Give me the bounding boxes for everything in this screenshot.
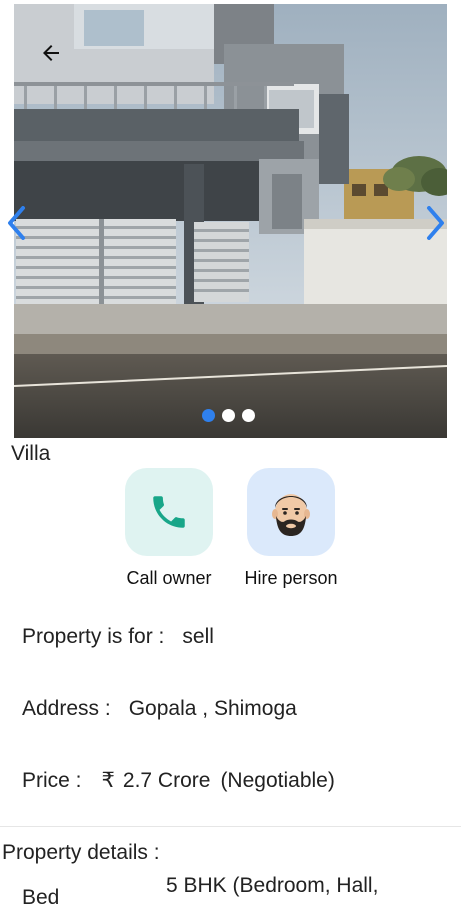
property-photo-carousel[interactable] bbox=[14, 4, 447, 438]
pagination-dot-1[interactable] bbox=[202, 409, 215, 422]
hire-person-label: Hire person bbox=[244, 568, 338, 588]
back-button[interactable] bbox=[34, 36, 68, 70]
price-note: (Negotiable) bbox=[220, 769, 335, 792]
purpose-value: sell bbox=[182, 625, 214, 648]
chevron-left-icon bbox=[8, 206, 25, 240]
price-row: Price : ₹2.7 Crore (Negotiable) bbox=[22, 768, 335, 793]
property-type-label: Villa bbox=[11, 442, 51, 465]
arrow-back-icon bbox=[43, 45, 59, 61]
address-label: Address : bbox=[22, 697, 111, 720]
hire-person-button[interactable]: Hire person bbox=[221, 468, 361, 589]
purpose-row: Property is for : sell bbox=[22, 625, 214, 649]
person-avatar-icon bbox=[272, 494, 310, 536]
price-label: Price : bbox=[22, 769, 82, 792]
pagination-dot-3[interactable] bbox=[242, 409, 255, 422]
property-details-heading: Property details : bbox=[2, 841, 160, 864]
address-value: Gopala , Shimoga bbox=[128, 697, 297, 720]
purpose-label: Property is for : bbox=[22, 625, 165, 648]
property-photo bbox=[14, 4, 447, 438]
address-row: Address : Gopala , Shimoga bbox=[22, 697, 297, 721]
chevron-right-icon bbox=[427, 206, 444, 240]
detail-value-bed: 5 BHK (Bedroom, Hall, bbox=[166, 874, 379, 897]
section-divider bbox=[0, 826, 461, 827]
hire-person-tile[interactable] bbox=[247, 468, 335, 556]
phone-icon bbox=[153, 496, 185, 528]
currency-symbol: ₹ bbox=[101, 769, 115, 792]
call-owner-button[interactable]: Call owner bbox=[99, 468, 239, 589]
call-owner-tile[interactable] bbox=[125, 468, 213, 556]
pagination-dot-2[interactable] bbox=[222, 409, 235, 422]
carousel-pagination bbox=[202, 409, 255, 422]
price-value: 2.7 Crore bbox=[122, 769, 211, 792]
next-photo-button[interactable] bbox=[422, 203, 448, 243]
call-owner-label: Call owner bbox=[126, 568, 212, 588]
detail-key-bed: Bed bbox=[22, 886, 60, 909]
previous-photo-button[interactable] bbox=[4, 203, 30, 243]
